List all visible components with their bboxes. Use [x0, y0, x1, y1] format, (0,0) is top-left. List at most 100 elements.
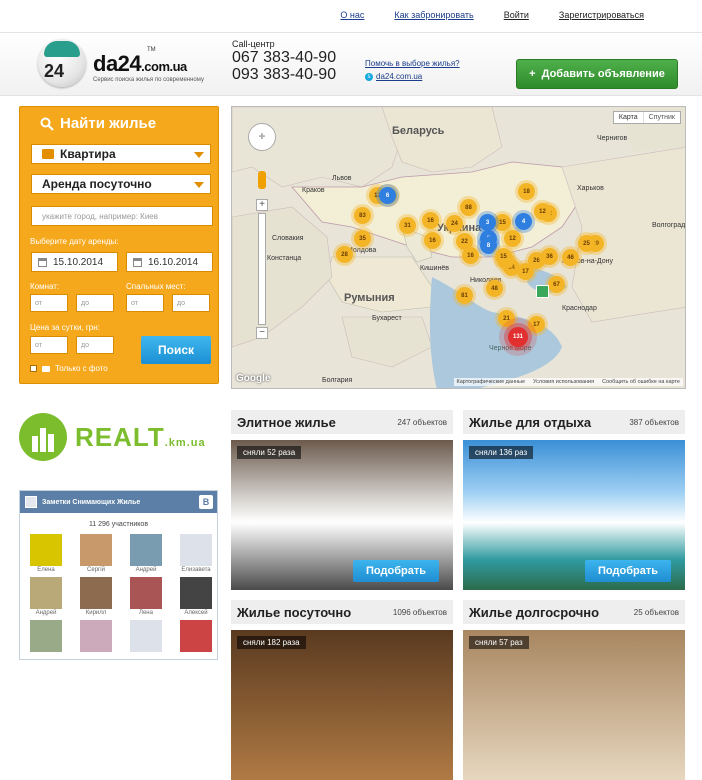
register-link[interactable]: Зарегистрироваться: [559, 10, 644, 20]
map-cluster-marker[interactable]: 16: [424, 232, 441, 249]
map-terms-link[interactable]: Условия использования: [533, 379, 594, 385]
map-data-link[interactable]: Картографические данные: [457, 379, 526, 385]
map-cluster-marker[interactable]: 8: [480, 237, 497, 254]
category-card[interactable]: Жилье долгосрочно 25 объектов сняли 57 раз: [463, 600, 685, 780]
city-input[interactable]: укажите город, например: Киев: [31, 206, 213, 226]
map-cluster-marker[interactable]: 25: [578, 235, 595, 252]
vk-member[interactable]: [21, 620, 71, 653]
google-logo: Google: [236, 373, 271, 384]
camera-icon: [42, 365, 50, 372]
map-cluster-marker[interactable]: 12: [534, 203, 551, 220]
map-cluster-marker[interactable]: 36: [541, 248, 558, 265]
zoom-slider[interactable]: [258, 213, 266, 325]
avatar: [30, 620, 62, 652]
vk-member[interactable]: Елена: [21, 534, 71, 573]
map-type-satellite-button[interactable]: Спутник: [644, 112, 680, 123]
map-cluster-marker[interactable]: 83: [354, 207, 371, 224]
map-cluster-marker[interactable]: 16: [422, 212, 439, 229]
card-title[interactable]: Жилье посуточно: [237, 605, 351, 620]
rooms-from-input[interactable]: от: [30, 294, 68, 312]
vk-member[interactable]: Андрей: [21, 577, 71, 616]
zoom-in-button[interactable]: +: [256, 199, 268, 211]
vk-member[interactable]: Андрей: [121, 534, 171, 573]
vk-member[interactable]: Сергій: [71, 534, 121, 573]
map-cluster-marker[interactable]: 35: [354, 230, 371, 247]
category-card[interactable]: Жилье посуточно 1096 объектов сняли 182 ра…: [231, 600, 453, 780]
rent-mode-select[interactable]: Аренда посуточно: [31, 174, 211, 194]
vk-member-name: Андрей: [35, 610, 57, 616]
card-header: Элитное жилье 247 объектов: [231, 410, 453, 434]
skype-contact[interactable]: s da24.com.ua: [365, 72, 460, 81]
vk-member[interactable]: Елизавета: [171, 534, 221, 573]
zoom-out-button[interactable]: −: [256, 327, 268, 339]
card-title[interactable]: Жилье для отдыха: [469, 415, 591, 430]
map-cluster-marker[interactable]: 81: [456, 287, 473, 304]
category-card[interactable]: Элитное жилье 247 объектов сняли 52 раза По…: [231, 410, 453, 590]
map-cluster-marker[interactable]: 17: [528, 316, 545, 333]
card-title[interactable]: Элитное жилье: [237, 415, 336, 430]
map-cluster-marker[interactable]: 6: [379, 187, 396, 204]
price-from-input[interactable]: от: [30, 336, 68, 354]
skype-link[interactable]: da24.com.ua: [376, 72, 422, 81]
vk-member[interactable]: [71, 620, 121, 653]
map-cluster-marker[interactable]: 3: [479, 214, 496, 231]
realt-banner[interactable]: REALT.km.ua: [19, 413, 206, 461]
map-cluster-marker[interactable]: 16: [462, 247, 479, 264]
vk-header[interactable]: Заметки Снимающих Жилье B: [20, 491, 217, 513]
beds-to-input[interactable]: до: [172, 294, 210, 312]
map-type-control: Карта Спутник: [612, 111, 681, 124]
vk-member[interactable]: Кирилл: [71, 577, 121, 616]
photo-only-option[interactable]: Только с фото: [30, 364, 108, 373]
about-link[interactable]: О нас: [340, 10, 364, 20]
map-cluster-marker[interactable]: 24: [446, 215, 463, 232]
vk-member[interactable]: [171, 620, 221, 653]
property-type-select[interactable]: Квартира: [31, 144, 211, 164]
map-cluster-marker[interactable]: 48: [486, 280, 503, 297]
avatar: [180, 577, 212, 609]
help-link[interactable]: Помочь в выборе жилья?: [365, 59, 460, 68]
map-pan-control[interactable]: ✛: [248, 123, 276, 151]
map-cluster-marker[interactable]: 88: [460, 199, 477, 216]
home-marker-icon[interactable]: [536, 285, 549, 298]
map-cluster-marker[interactable]: 131: [508, 327, 528, 347]
avatar: [130, 577, 162, 609]
search-button[interactable]: Поиск: [141, 336, 211, 364]
rooms-to-input[interactable]: до: [76, 294, 114, 312]
add-listing-button[interactable]: + Добавить объявление: [516, 59, 678, 89]
logo-icon[interactable]: 24: [38, 39, 86, 87]
map-cluster-marker[interactable]: 46: [562, 249, 579, 266]
login-link[interactable]: Войти: [504, 10, 529, 20]
call-center-label: Call-центр: [232, 39, 275, 49]
map-cluster-marker[interactable]: 4: [515, 213, 532, 230]
beds-from-input[interactable]: от: [126, 294, 164, 312]
photo-only-checkbox[interactable]: [30, 365, 37, 372]
vk-member[interactable]: Алексей: [171, 577, 221, 616]
map-cluster-marker[interactable]: 31: [399, 217, 416, 234]
date-to-field[interactable]: 16.10.2014: [126, 252, 213, 272]
card-header: Жилье долгосрочно 25 объектов: [463, 600, 685, 624]
map-cluster-marker[interactable]: 21: [498, 310, 515, 327]
pick-button[interactable]: Подобрать: [353, 560, 439, 582]
map[interactable]: Беларусь Украина Румыния Черное море Чер…: [231, 106, 686, 389]
price-to-input[interactable]: до: [76, 336, 114, 354]
date-from-field[interactable]: 15.10.2014: [31, 252, 118, 272]
map-cluster-marker[interactable]: 18: [518, 183, 535, 200]
category-card[interactable]: Жилье для отдыха 387 объектов сняли 136 ра…: [463, 410, 685, 590]
vk-member[interactable]: [121, 620, 171, 653]
map-cluster-marker[interactable]: 28: [336, 246, 353, 263]
map-type-map-button[interactable]: Карта: [614, 112, 644, 123]
map-cluster-marker[interactable]: 67: [548, 276, 565, 293]
how-to-book-link[interactable]: Как забронировать: [394, 10, 473, 20]
map-report-link[interactable]: Сообщить об ошибке на карте: [602, 379, 680, 385]
map-cluster-marker[interactable]: 12: [504, 230, 521, 247]
street-view-pegman-icon[interactable]: [258, 171, 266, 189]
pick-button[interactable]: Подобрать: [585, 560, 671, 582]
card-title[interactable]: Жилье долгосрочно: [469, 605, 599, 620]
vk-member[interactable]: Лена: [121, 577, 171, 616]
map-cluster-marker[interactable]: 15: [494, 214, 511, 231]
vk-member-name: Елизавета: [181, 567, 211, 573]
map-cluster-marker[interactable]: 17: [517, 263, 534, 280]
logo-text[interactable]: da24.com.ua: [93, 51, 187, 77]
calendar-icon: [133, 257, 142, 267]
map-cluster-marker[interactable]: 15: [495, 248, 512, 265]
